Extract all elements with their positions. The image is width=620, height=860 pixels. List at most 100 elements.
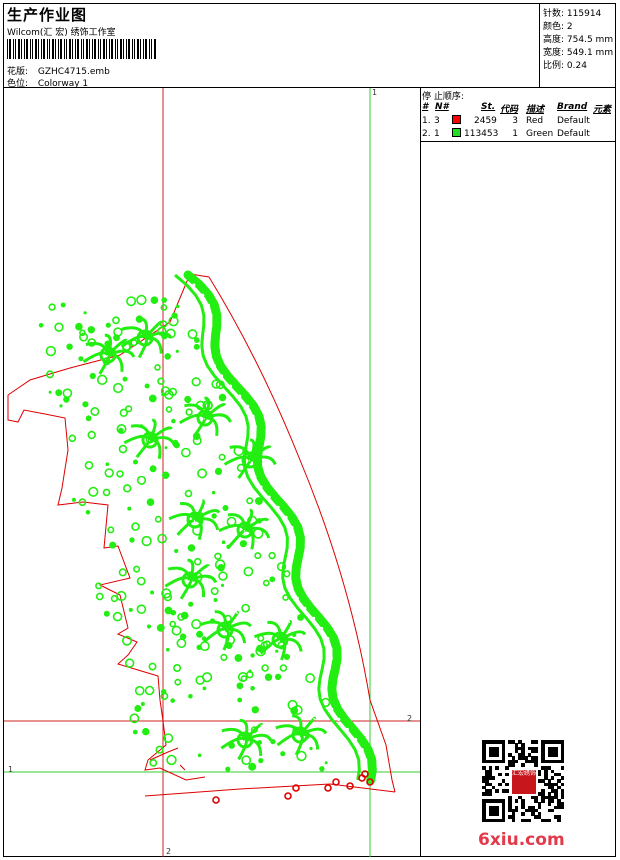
lace-dot	[209, 618, 216, 624]
lace-ring	[130, 339, 138, 347]
guide-label-bottom: 2	[166, 847, 172, 856]
qr-module	[495, 749, 499, 754]
qr-module	[547, 792, 552, 797]
lace-dot	[188, 601, 194, 607]
lace-dot	[197, 753, 202, 758]
qr-module	[485, 772, 489, 777]
lace-ring	[149, 759, 158, 767]
lace-dot	[161, 297, 167, 303]
lace-dot	[256, 644, 264, 653]
qr-module	[527, 808, 532, 813]
lace-dot	[250, 653, 255, 658]
qr-module	[482, 818, 486, 823]
lace-ring	[305, 673, 316, 684]
qr-module	[504, 766, 509, 770]
qr-module	[560, 743, 565, 747]
border-eyelet	[290, 556, 294, 560]
qr-module	[557, 779, 562, 783]
qr-module	[501, 746, 506, 751]
qr-module	[521, 805, 525, 810]
lace-ring	[95, 592, 104, 601]
red-stop-dots	[212, 770, 374, 804]
qr-module	[550, 785, 555, 790]
qr-module	[488, 789, 493, 793]
lace-dot	[172, 439, 179, 446]
qr-module	[488, 769, 493, 774]
lace-dot	[103, 610, 110, 617]
lace-ring	[210, 587, 219, 596]
qr-module	[488, 799, 493, 803]
qr-module	[508, 795, 512, 800]
lace-dot	[171, 418, 176, 424]
qr-module	[544, 772, 548, 777]
lace-ring	[122, 484, 132, 493]
flower-petal	[179, 413, 207, 425]
lace-dot	[292, 726, 299, 733]
border-eyelet	[360, 748, 364, 752]
lace-dot	[142, 727, 150, 736]
lace-dot	[66, 343, 73, 350]
lace-dot	[211, 513, 217, 519]
qr-module	[541, 799, 545, 803]
qr-module	[521, 756, 525, 760]
qr-module	[550, 776, 555, 780]
qr-module	[521, 802, 525, 806]
lace-dot	[162, 471, 170, 479]
qr-module	[508, 753, 512, 757]
lace-dot	[188, 694, 193, 699]
qr-module	[554, 782, 558, 787]
qr-module	[531, 759, 535, 764]
border-eyelet	[325, 677, 329, 681]
border-eyelet	[251, 414, 255, 418]
lace-dot	[264, 673, 273, 681]
lace-ring	[214, 552, 222, 560]
qr-module	[511, 808, 516, 813]
lace-dot	[55, 389, 63, 397]
qr-module	[508, 740, 512, 744]
lace-ring	[279, 664, 288, 672]
lace-ring	[102, 488, 111, 497]
qr-module	[557, 772, 562, 777]
qr-module	[491, 740, 496, 744]
qr-module	[488, 759, 493, 764]
lace-ring	[118, 568, 127, 577]
lace-ring	[282, 594, 289, 601]
qr-module	[482, 785, 486, 790]
qr-module	[482, 802, 486, 806]
lace-dot	[128, 607, 133, 612]
lace-ring	[133, 565, 141, 573]
lace-dot	[164, 606, 173, 615]
border-eyelet	[292, 536, 296, 540]
lace-dot	[175, 304, 180, 309]
lace-dot	[156, 624, 165, 632]
lace-dot	[150, 296, 159, 305]
lace-dot	[292, 632, 297, 638]
qr-module	[547, 766, 552, 770]
border-eyelet	[327, 667, 331, 671]
lace-ring	[45, 345, 57, 357]
qr-module	[514, 746, 519, 751]
lace-dot	[134, 705, 142, 712]
qr-module	[495, 799, 499, 803]
lace-dot	[87, 326, 96, 334]
qr-module	[511, 756, 516, 760]
qr-module	[531, 805, 535, 810]
qr-module	[554, 805, 558, 810]
lace-dot	[239, 540, 247, 548]
lace-ring	[112, 316, 120, 325]
qr-module	[544, 759, 548, 764]
qr-module	[550, 746, 555, 751]
qr-module	[557, 740, 562, 744]
lace-ring	[180, 447, 191, 458]
lace-dot	[251, 706, 259, 714]
lace-dot	[170, 698, 175, 703]
qr-module	[550, 753, 555, 757]
lace-dot	[174, 548, 179, 554]
qr-module	[554, 753, 558, 757]
lace-ring	[169, 620, 176, 628]
lace-ring	[252, 528, 264, 539]
qr-module	[550, 769, 555, 774]
lace-dot	[109, 541, 117, 549]
qr-module	[508, 805, 512, 810]
border-eyelet	[253, 424, 257, 429]
